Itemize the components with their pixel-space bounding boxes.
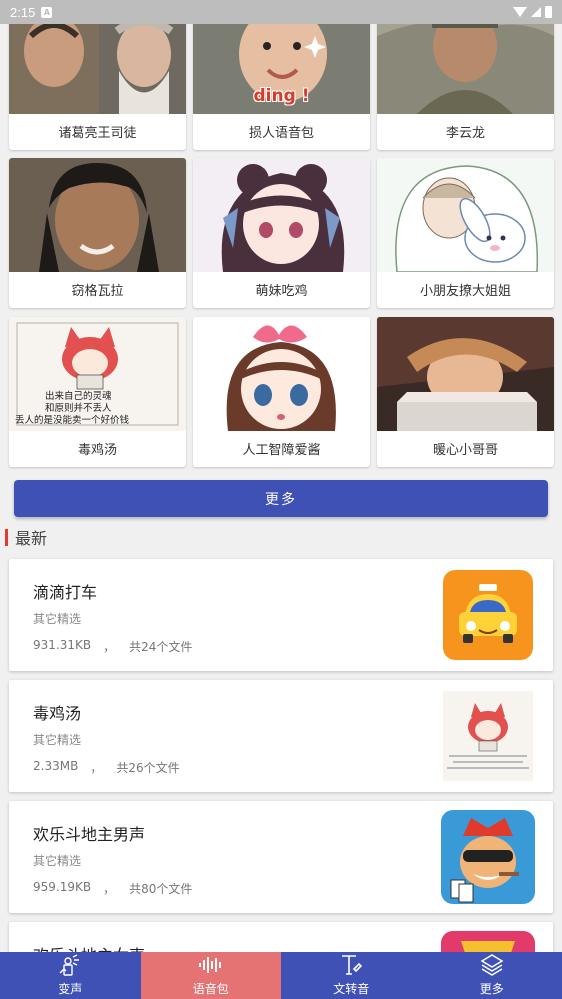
item-category: 其它精选 (33, 612, 82, 626)
item-meta: 2.33MB ， 共26个文件 (33, 759, 180, 776)
more-button[interactable]: 更多 (14, 480, 548, 517)
list-item[interactable]: 毒鸡汤 其它精选 2.33MB ， 共26个文件 (9, 680, 553, 792)
overlay-text: 出来自己的灵魂 和原则并不丢人 丢人的是没能卖一个好价钱 (15, 391, 180, 427)
battery-icon (545, 6, 552, 18)
tab-label: 更多 (479, 982, 504, 996)
status-time: 2:15 (10, 4, 36, 20)
voice-pack-thumbnail: 出来自己的灵魂 和原则并不丢人 丢人的是没能卖一个好价钱 (9, 317, 186, 431)
text-to-speech-icon (339, 952, 363, 977)
item-file-count: 共26个文件 (116, 761, 180, 775)
waveform-icon (198, 952, 224, 977)
overlay-text: ding ! (253, 86, 310, 106)
layers-icon (480, 952, 504, 977)
item-size: 959.19KB (33, 880, 92, 894)
item-meta: 931.31KB ， 共24个文件 (33, 638, 192, 655)
section-accent-bar (5, 528, 8, 546)
item-file-count: 共80个文件 (129, 882, 193, 896)
voice-change-icon (58, 952, 82, 977)
item-category: 其它精选 (33, 733, 82, 747)
item-file-count: 共24个文件 (129, 640, 193, 654)
item-name: 欢乐斗地主女声 (33, 942, 145, 952)
item-size: 931.31KB (33, 638, 92, 652)
tab-label: 变声 (58, 982, 83, 996)
status-bar: 2:15 A (0, 0, 562, 24)
cartoon-cat-thumbnail (443, 691, 533, 781)
voice-pack-card[interactable]: 暖心小哥哥 (377, 317, 554, 467)
bottom-tab-bar: 变声 语音包 文转音 更多 (0, 952, 562, 999)
section-title: 最新 (15, 529, 48, 548)
voice-pack-grid-row-3: 出来自己的灵魂 和原则并不丢人 丢人的是没能卖一个好价钱 毒鸡汤 人工智障爱酱 … (9, 317, 554, 467)
content-scroll[interactable]: 诸葛亮王司徒 ding ! 损人语音包 李云龙 窃格瓦拉 萌妹吃鸡 小朋友撩大姐… (0, 0, 562, 952)
voice-pack-thumbnail (193, 317, 370, 431)
landlord-game-icon (441, 810, 535, 904)
voice-pack-grid-row-2: 窃格瓦拉 萌妹吃鸡 小朋友撩大姐姐 (9, 158, 554, 308)
item-meta: 959.19KB ， 共80个文件 (33, 880, 192, 897)
item-name: 毒鸡汤 (33, 704, 82, 723)
voice-pack-card[interactable]: 萌妹吃鸡 (193, 158, 370, 308)
wifi-icon (513, 7, 527, 17)
voice-pack-thumbnail (193, 158, 370, 272)
signal-icon (531, 7, 541, 17)
tab-voice-pack[interactable]: 语音包 (140, 952, 281, 999)
voice-pack-label: 诸葛亮王司徒 (58, 126, 137, 141)
item-category: 其它精选 (33, 854, 82, 868)
voice-pack-card[interactable]: 小朋友撩大姐姐 (377, 158, 554, 308)
item-separator: ， (103, 640, 116, 654)
voice-pack-card[interactable]: 出来自己的灵魂 和原则并不丢人 丢人的是没能卖一个好价钱 毒鸡汤 (9, 317, 186, 467)
tab-text-to-speech[interactable]: 文转音 (281, 952, 422, 999)
voice-pack-label: 毒鸡汤 (77, 443, 117, 458)
list-item[interactable]: 滴滴打车 其它精选 931.31KB ， 共24个文件 (9, 559, 553, 671)
overlay-line: 出来自己的灵魂 (45, 391, 112, 402)
voice-pack-label: 李云龙 (445, 126, 485, 141)
voice-pack-card[interactable]: 窃格瓦拉 (9, 158, 186, 308)
status-icons (513, 6, 552, 18)
item-name: 滴滴打车 (33, 583, 98, 602)
voice-pack-thumbnail (9, 158, 186, 272)
item-name: 欢乐斗地主男声 (33, 825, 146, 844)
taxi-app-icon (443, 570, 533, 660)
voice-pack-label: 窃格瓦拉 (71, 284, 124, 299)
list-item[interactable]: 欢乐斗地主男声 其它精选 959.19KB ， 共80个文件 (9, 801, 553, 913)
voice-pack-label: 人工智障爱酱 (242, 443, 321, 458)
tab-more[interactable]: 更多 (422, 952, 562, 999)
notification-icon: A (41, 6, 53, 18)
tab-label: 文转音 (333, 982, 370, 996)
item-separator: ， (90, 761, 103, 775)
item-size: 2.33MB (33, 759, 79, 773)
voice-pack-label: 损人语音包 (248, 126, 314, 141)
list-item[interactable]: 欢乐斗地主女声 (9, 922, 553, 952)
voice-pack-label: 暖心小哥哥 (432, 443, 498, 458)
overlay-line: 丢人的是没能卖一个好价钱 (15, 415, 130, 426)
voice-pack-label: 小朋友撩大姐姐 (419, 284, 511, 299)
tab-label: 语音包 (192, 982, 229, 996)
tab-voice-change[interactable]: 变声 (0, 952, 141, 999)
voice-pack-label: 萌妹吃鸡 (255, 284, 308, 299)
overlay-line: 和原则并不丢人 (45, 403, 112, 414)
landlord-game-icon (441, 931, 535, 952)
latest-section-header: 最新 (5, 528, 48, 548)
voice-pack-thumbnail (377, 158, 554, 272)
item-separator: ， (103, 882, 116, 896)
voice-pack-card[interactable]: 人工智障爱酱 (193, 317, 370, 467)
voice-pack-thumbnail (377, 317, 554, 431)
